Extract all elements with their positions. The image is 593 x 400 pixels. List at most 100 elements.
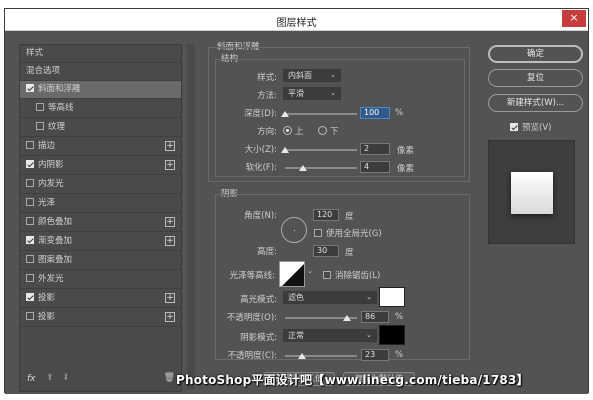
blending-options[interactable]: 混合选项	[20, 63, 181, 81]
move-down-icon[interactable]: ⬇	[62, 373, 70, 383]
style-item[interactable]: 等高线	[20, 100, 181, 118]
highlight-mode-select[interactable]: 滤色 ⌄	[283, 291, 377, 304]
size-input[interactable]: 2	[360, 143, 390, 155]
checkbox-checked-icon[interactable]	[26, 160, 34, 168]
direction-label: 方向:	[257, 127, 277, 137]
soften-unit: 像素	[397, 164, 415, 174]
antialias-checkbox[interactable]: 消除锯齿(L)	[323, 269, 380, 281]
size-unit: 像素	[397, 146, 415, 156]
checkbox-icon[interactable]	[26, 198, 34, 206]
angle-input[interactable]: 120	[313, 209, 339, 221]
shadow-opacity-label: 不透明度(C):	[227, 351, 277, 361]
style-item[interactable]: 斜面和浮雕	[20, 81, 181, 99]
style-item[interactable]: 颜色叠加 +	[20, 214, 181, 232]
checkbox-icon[interactable]	[26, 274, 34, 282]
reset-button[interactable]: 复位	[488, 69, 583, 87]
style-item[interactable]: 渐变叠加 +	[20, 233, 181, 251]
chevron-down-icon: ⌄	[330, 89, 336, 97]
ok-button[interactable]: 确定	[488, 45, 583, 63]
close-button[interactable]: ×	[562, 10, 586, 27]
direction-up-radio[interactable]: 上	[283, 125, 304, 137]
checkbox-checked-icon[interactable]	[26, 84, 34, 92]
add-instance-icon[interactable]: +	[165, 293, 175, 303]
size-slider-track[interactable]	[285, 149, 357, 151]
style-item[interactable]: 外发光	[20, 271, 181, 289]
style-item[interactable]: 内阴影 +	[20, 157, 181, 175]
radio-on-icon	[283, 126, 292, 135]
checkbox-icon	[323, 271, 331, 279]
checkbox-icon[interactable]	[26, 141, 34, 149]
gloss-contour-dropdown[interactable]: ⌄	[307, 267, 313, 275]
style-item[interactable]: 描边 +	[20, 138, 181, 156]
style-item[interactable]: 图案叠加	[20, 252, 181, 270]
altitude-label: 高度:	[257, 247, 277, 257]
chevron-down-icon: ⌄	[366, 331, 372, 339]
preview-checkbox[interactable]: 预览(V)	[510, 121, 551, 133]
global-light-label: 使用全局光(G)	[326, 229, 382, 239]
shadow-opacity-track[interactable]	[285, 355, 357, 357]
checkbox-icon[interactable]	[26, 312, 34, 320]
highlight-color-swatch[interactable]	[379, 287, 405, 307]
checkbox-checked-icon[interactable]	[26, 236, 34, 244]
highlight-opacity-thumb[interactable]	[342, 315, 351, 321]
depth-slider-track[interactable]	[285, 113, 357, 115]
angle-dial[interactable]	[281, 217, 307, 243]
shadow-mode-label: 阴影模式:	[240, 333, 277, 343]
style-item[interactable]: 纹理	[20, 119, 181, 137]
style-item-label: 内发光	[38, 179, 64, 189]
add-instance-icon[interactable]: +	[165, 312, 175, 322]
trash-icon[interactable]: 🗑	[164, 373, 175, 383]
soften-slider-track[interactable]	[285, 167, 357, 169]
depth-input[interactable]: 100	[360, 107, 390, 119]
depth-unit: %	[395, 108, 404, 118]
method-label: 方法:	[257, 91, 277, 101]
altitude-input[interactable]: 30	[313, 245, 339, 257]
soften-label: 软化(F):	[245, 163, 277, 173]
checkbox-checked-icon[interactable]	[26, 293, 34, 301]
soften-slider-thumb[interactable]	[299, 165, 307, 171]
checkbox-icon[interactable]	[26, 217, 34, 225]
new-style-button[interactable]: 新建样式(W)...	[488, 94, 583, 112]
preview-label: 预览(V)	[522, 123, 552, 133]
style-item-label: 渐变叠加	[38, 236, 73, 246]
styles-header[interactable]: 样式	[20, 45, 181, 63]
checkbox-icon[interactable]	[36, 122, 44, 130]
style-item-label: 外发光	[38, 274, 64, 284]
global-light-checkbox[interactable]: 使用全局光(G)	[314, 227, 382, 239]
divider-bar	[187, 44, 195, 389]
shadow-opacity-thumb[interactable]	[297, 353, 306, 359]
altitude-unit: 度	[345, 248, 354, 258]
checkbox-icon[interactable]	[26, 255, 34, 263]
chevron-down-icon: ⌄	[366, 293, 372, 301]
style-item-label: 内阴影	[38, 160, 64, 170]
style-select[interactable]: 内斜面 ⌄	[283, 69, 341, 82]
fx-icon[interactable]: fx	[27, 374, 36, 384]
method-select[interactable]: 平滑 ⌄	[283, 87, 341, 100]
highlight-opacity-input[interactable]: 86	[361, 311, 389, 323]
add-instance-icon[interactable]: +	[165, 160, 175, 170]
add-instance-icon[interactable]: +	[165, 141, 175, 151]
style-item[interactable]: 光泽	[20, 195, 181, 213]
method-select-value: 平滑	[288, 89, 304, 98]
style-item[interactable]: 内发光	[20, 176, 181, 194]
shadow-mode-select[interactable]: 正常 ⌄	[283, 329, 377, 342]
style-item[interactable]: 投影 +	[20, 290, 181, 308]
depth-slider-thumb[interactable]	[281, 111, 289, 117]
add-instance-icon[interactable]: +	[165, 236, 175, 246]
add-instance-icon[interactable]: +	[165, 217, 175, 227]
shadow-mode-value: 正常	[288, 331, 304, 340]
soften-input[interactable]: 4	[360, 161, 390, 173]
direction-down-radio[interactable]: 下	[318, 125, 339, 137]
watermark: PhotoShop平面设计吧【www.linecg.com/tieba/1783…	[176, 373, 529, 387]
style-item[interactable]: 投影 +	[20, 309, 181, 327]
checkbox-checked-icon	[510, 123, 518, 131]
style-item-label: 描边	[38, 141, 56, 151]
checkbox-icon[interactable]	[36, 103, 44, 111]
gloss-contour-picker[interactable]	[279, 261, 305, 287]
move-up-icon[interactable]: ⬆	[46, 373, 54, 383]
size-slider-thumb[interactable]	[281, 147, 289, 153]
radio-off-icon	[318, 126, 327, 135]
shadow-opacity-input[interactable]: 23	[361, 349, 389, 361]
checkbox-icon[interactable]	[26, 179, 34, 187]
shadow-color-swatch[interactable]	[379, 325, 405, 345]
